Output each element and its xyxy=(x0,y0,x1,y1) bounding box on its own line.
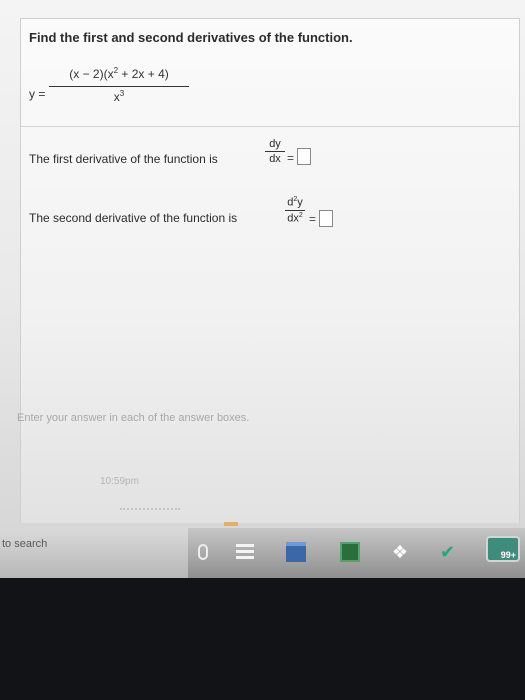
second-derivative-notation: d2y dx2 xyxy=(285,196,305,224)
derivative-fraction-bar xyxy=(265,151,285,152)
first-derivative-label: The first derivative of the function is xyxy=(29,152,218,166)
store-icon[interactable] xyxy=(340,542,360,562)
d2y-text: d2y xyxy=(285,196,305,209)
orange-tab xyxy=(224,522,238,526)
second-derivative-label: The second derivative of the function is xyxy=(29,211,238,225)
search-placeholder: to search xyxy=(2,538,48,550)
equals-sign: = xyxy=(309,212,317,226)
first-derivative-answer-box[interactable] xyxy=(297,148,311,165)
denominator-exponent: 3 xyxy=(119,89,125,98)
file-explorer-icon[interactable] xyxy=(286,542,306,562)
function-fraction: (x − 2)(x2 + 2x + 4) x3 xyxy=(49,66,189,104)
taskbar-search[interactable]: to search xyxy=(0,528,188,578)
dx-letters: dx xyxy=(287,212,299,225)
timestamp: 10:59pm xyxy=(100,476,139,487)
question-prompt: Find the first and second derivatives of… xyxy=(29,30,353,45)
notification-badge[interactable]: 99+ xyxy=(486,536,520,562)
function-numerator: (x − 2)(x2 + 2x + 4) xyxy=(49,66,189,84)
task-view-icon[interactable] xyxy=(236,542,256,562)
taskbar: to search ❖ ✔ 99+ xyxy=(0,528,525,578)
first-derivative-row: The first derivative of the function is … xyxy=(29,138,429,178)
function-expression: y = (x − 2)(x2 + 2x + 4) x3 xyxy=(29,66,229,126)
answer-hint: Enter your answer in each of the answer … xyxy=(17,412,250,424)
panel-top-rule xyxy=(21,18,519,19)
function-lhs: y = xyxy=(29,87,46,101)
second-derivative-answer-box[interactable] xyxy=(319,210,333,227)
section-divider xyxy=(21,126,519,127)
fraction-bar xyxy=(49,86,189,87)
dx-exponent: 2 xyxy=(298,211,303,219)
question-panel: Find the first and second derivatives of… xyxy=(20,18,520,523)
second-derivative-row: The second derivative of the function is… xyxy=(29,196,429,246)
dx-text: dx xyxy=(269,153,281,165)
numerator-rest: + 2x + 4) xyxy=(118,67,169,81)
dy-text: dy xyxy=(269,138,281,150)
numerator-part: (x − 2)(x xyxy=(69,67,114,81)
monitor-bezel xyxy=(0,578,525,700)
faded-date xyxy=(120,508,180,512)
chat-icon[interactable]: ✔ xyxy=(440,542,460,562)
first-derivative-notation: dy dx xyxy=(265,138,285,165)
function-denominator: x3 xyxy=(49,89,189,104)
dropbox-icon[interactable]: ❖ xyxy=(390,542,410,562)
screen: Find the first and second derivatives of… xyxy=(0,0,525,540)
dx2-text: dx2 xyxy=(285,212,305,225)
y-letter: y xyxy=(297,196,303,209)
microphone-icon[interactable] xyxy=(198,544,208,560)
equals-sign: = xyxy=(287,151,295,165)
derivative-fraction-bar xyxy=(285,209,305,211)
